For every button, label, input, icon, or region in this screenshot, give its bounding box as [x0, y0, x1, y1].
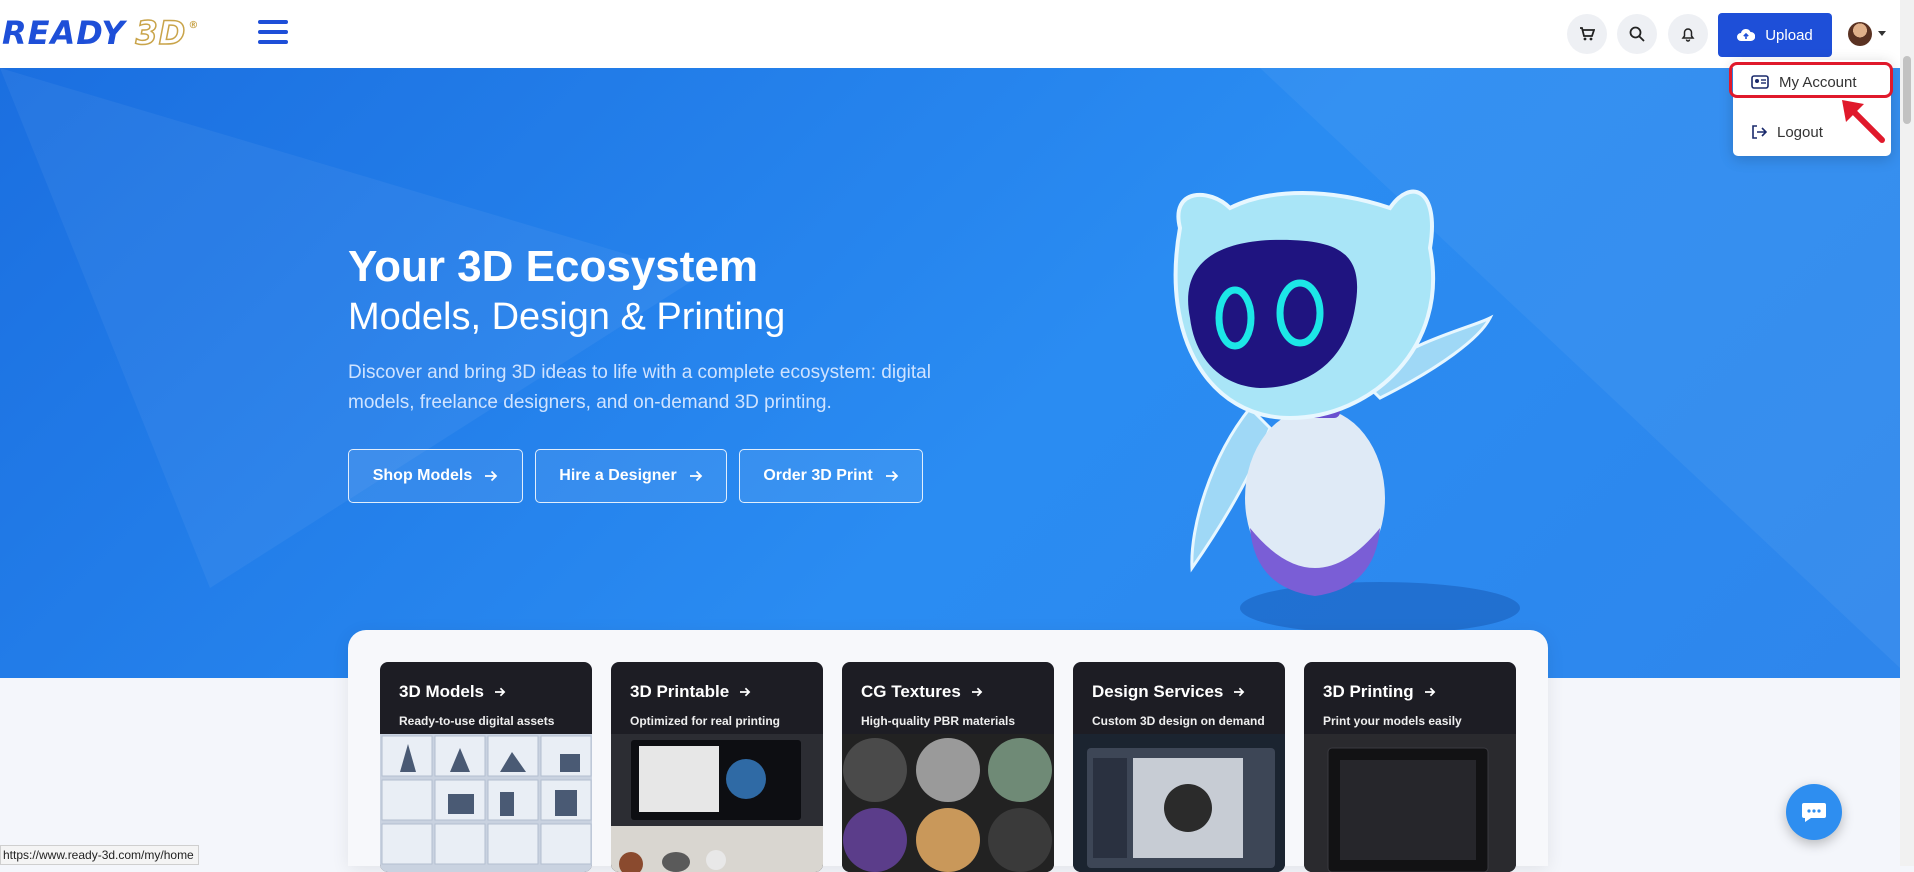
chat-bubble-icon: [1802, 803, 1826, 822]
logo-text: READY: [2, 14, 126, 52]
category-card-3d-printing[interactable]: 3D Printing Print your models easily: [1304, 662, 1516, 872]
category-card-3d-models[interactable]: 3D Models Ready-to-use digital assets: [380, 662, 592, 872]
button-label: Hire a Designer: [559, 467, 677, 484]
hire-designer-button[interactable]: Hire a Designer: [535, 449, 727, 503]
card-title: 3D Printing: [1323, 682, 1436, 702]
menu-hamburger-icon[interactable]: [258, 20, 288, 44]
card-title: 3D Models: [399, 682, 506, 702]
card-title: CG Textures: [861, 682, 983, 702]
card-subtitle: Ready-to-use digital assets: [399, 714, 555, 728]
models-grid-image: [380, 734, 592, 872]
categories-panel: 3D Models Ready-to-use digital assets 3D…: [348, 630, 1548, 872]
robot-mascot-image: [1173, 189, 1520, 634]
card-subtitle: High-quality PBR materials: [861, 714, 1016, 728]
search-button[interactable]: [1617, 14, 1657, 54]
card-subtitle: Print your models easily: [1323, 714, 1462, 728]
page-scrollbar[interactable]: [1900, 0, 1914, 866]
designer-screen-image: [1073, 734, 1285, 872]
hero-description: Discover and bring 3D ideas to life with…: [348, 362, 931, 413]
logo-3d: 3D: [135, 13, 187, 53]
arrow-right-icon: [689, 470, 702, 482]
status-bar-url: https://www.ready-3d.com/my/home: [0, 845, 199, 865]
texture-spheres-image: [842, 734, 1054, 872]
upload-button[interactable]: Upload: [1718, 13, 1832, 57]
button-label: Order 3D Print: [763, 467, 873, 484]
search-icon: [1629, 26, 1645, 42]
menu-item-label: Logout: [1777, 123, 1823, 141]
logout-icon: [1752, 125, 1767, 139]
shop-models-button[interactable]: Shop Models: [348, 449, 523, 503]
chevron-down-icon[interactable]: [1878, 31, 1886, 36]
hero-title: Your 3D Ecosystem: [348, 242, 759, 291]
upload-label: Upload: [1765, 26, 1813, 44]
card-title: 3D Printable: [630, 682, 751, 702]
arrow-right-icon: [1424, 687, 1436, 697]
arrow-right-icon: [971, 687, 983, 697]
hero-section: Your 3D Ecosystem Models, Design & Print…: [0, 68, 1900, 678]
card-title: Design Services: [1092, 682, 1245, 702]
logo-registered: ®: [188, 20, 200, 31]
button-label: Shop Models: [372, 467, 473, 484]
cloud-upload-icon: [1737, 28, 1756, 41]
order-print-button[interactable]: Order 3D Print: [739, 449, 923, 503]
category-card-cg-textures[interactable]: CG Textures High-quality PBR materials: [842, 662, 1054, 872]
cart-icon: [1580, 27, 1595, 41]
printer-image: [1304, 734, 1516, 872]
ready3d-logo[interactable]: READY 3D ®: [2, 13, 200, 53]
arrow-right-icon: [885, 470, 898, 482]
notifications-button[interactable]: [1668, 14, 1708, 54]
scrollbar-thumb[interactable]: [1903, 56, 1911, 124]
category-card-design-services[interactable]: Design Services Custom 3D design on dema…: [1073, 662, 1285, 872]
user-avatar[interactable]: [1848, 22, 1872, 46]
card-subtitle: Optimized for real printing: [630, 714, 781, 728]
top-header: READY 3D ® Upload: [0, 0, 1900, 69]
category-card-3d-printable[interactable]: 3D Printable Optimized for real printing: [611, 662, 823, 872]
arrow-right-icon: [485, 470, 498, 482]
cart-button[interactable]: [1567, 14, 1607, 54]
highlight-box: [1729, 62, 1893, 98]
arrow-right-icon: [740, 687, 751, 697]
bell-icon: [1681, 28, 1695, 42]
red-arrow-annotation: [1842, 100, 1885, 143]
card-subtitle: Custom 3D design on demand: [1092, 714, 1265, 728]
arrow-right-icon: [495, 687, 506, 697]
hero-subtitle: Models, Design & Printing: [348, 296, 786, 338]
printable-desk-image: [611, 734, 823, 872]
chat-button[interactable]: [1786, 784, 1842, 840]
arrow-right-icon: [1234, 687, 1245, 697]
